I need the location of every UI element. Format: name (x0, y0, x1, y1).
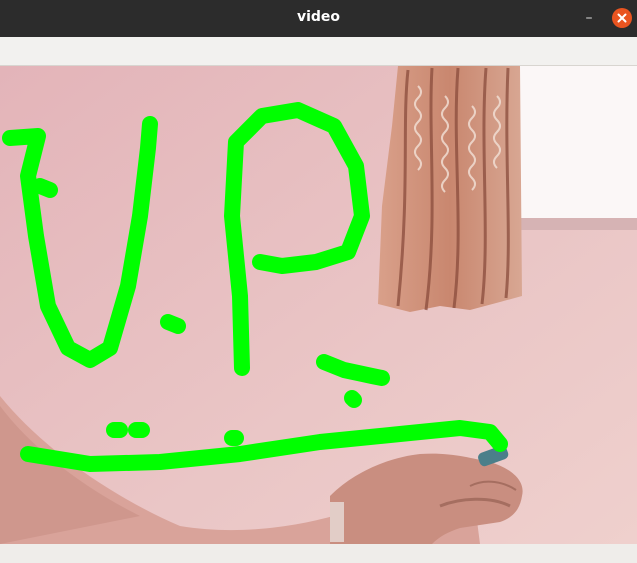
stroke-dot-2 (160, 314, 186, 334)
toolbar (0, 37, 637, 66)
title-bar: video – (0, 0, 637, 37)
video-frame (0, 66, 637, 544)
minimize-button[interactable]: – (579, 8, 599, 28)
close-icon (617, 13, 627, 23)
stroke-dot-1 (32, 178, 58, 198)
window-title: video (296, 9, 341, 25)
status-bar (0, 544, 637, 563)
close-button[interactable] (612, 8, 632, 28)
webcam-image (0, 66, 637, 544)
room-window (516, 66, 637, 224)
stroke-small-dot (344, 390, 362, 408)
